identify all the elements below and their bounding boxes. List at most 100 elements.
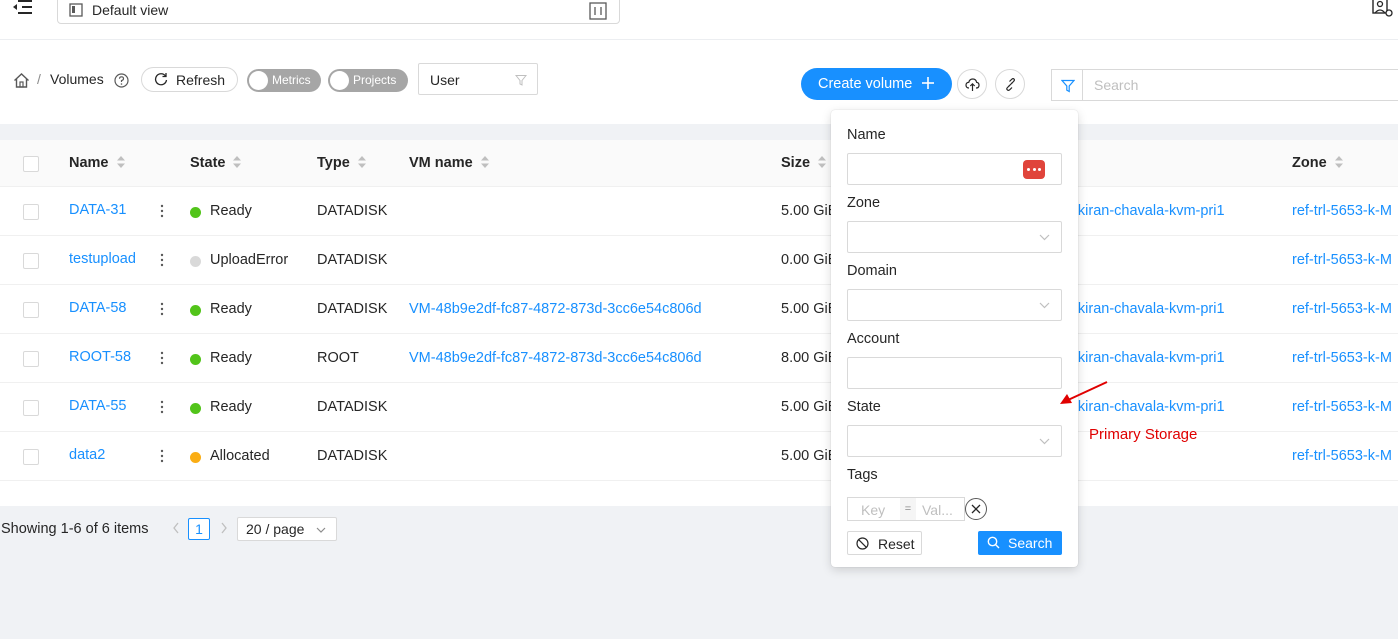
table-row: ROOT-58 Ready ROOT VM-48b9e2df-fc87-4872… bbox=[0, 334, 1398, 383]
more-actions-icon[interactable] bbox=[158, 350, 166, 366]
table-row: DATA-58 Ready DATADISK VM-48b9e2df-fc87-… bbox=[0, 285, 1398, 334]
volume-name-link[interactable]: DATA-55 bbox=[69, 398, 126, 414]
upload-volume-button[interactable] bbox=[957, 69, 987, 99]
menu-fold-icon[interactable] bbox=[12, 0, 34, 17]
search-input[interactable] bbox=[1082, 69, 1398, 101]
state-text: Ready bbox=[210, 203, 252, 219]
create-volume-button[interactable]: Create volume bbox=[801, 68, 952, 100]
state-text: Allocated bbox=[210, 448, 270, 464]
storage-link[interactable]: 7-kiran-chavala-kvm-pri1 bbox=[1065, 203, 1225, 219]
metrics-label: Metrics bbox=[272, 73, 311, 87]
column-header-label: VM name bbox=[409, 155, 473, 171]
type-text: DATADISK bbox=[317, 399, 388, 415]
filter-button[interactable] bbox=[1051, 69, 1083, 101]
domain-filter-select[interactable] bbox=[847, 289, 1062, 321]
status-dot bbox=[190, 403, 201, 414]
pagination-page-1[interactable]: 1 bbox=[188, 518, 210, 540]
state-text: Ready bbox=[210, 350, 252, 366]
volumes-table: Name State Type VM name Size Zone DATA-3… bbox=[0, 140, 1398, 506]
table-layout-icon[interactable] bbox=[589, 2, 607, 20]
volume-name-link[interactable]: ROOT-58 bbox=[69, 349, 131, 365]
page-size-select[interactable]: 20 / page bbox=[237, 517, 337, 541]
password-manager-icon[interactable] bbox=[1023, 160, 1045, 179]
storage-link[interactable]: 7-kiran-chavala-kvm-pri1 bbox=[1065, 350, 1225, 366]
account-filter-label: Account bbox=[847, 331, 900, 347]
state-filter-select[interactable] bbox=[847, 425, 1062, 457]
more-actions-icon[interactable] bbox=[158, 448, 166, 464]
name-filter-label: Name bbox=[847, 127, 886, 143]
storage-link[interactable]: 7-kiran-chavala-kvm-pri1 bbox=[1065, 301, 1225, 317]
clear-tag-button[interactable] bbox=[965, 498, 987, 520]
plus-icon bbox=[922, 77, 934, 89]
user-profile-icon[interactable] bbox=[1372, 0, 1394, 18]
search-button[interactable]: Search bbox=[978, 531, 1062, 555]
select-all-checkbox[interactable] bbox=[23, 156, 39, 172]
more-actions-icon[interactable] bbox=[158, 301, 166, 317]
row-checkbox[interactable] bbox=[23, 351, 39, 367]
home-icon[interactable] bbox=[13, 72, 30, 89]
more-actions-icon[interactable] bbox=[158, 252, 166, 268]
state-text: UploadError bbox=[210, 252, 289, 268]
volume-name-link[interactable]: DATA-31 bbox=[69, 202, 126, 218]
view-select[interactable]: Default view bbox=[57, 0, 620, 24]
row-checkbox[interactable] bbox=[23, 204, 39, 220]
reload-icon bbox=[154, 73, 168, 86]
chevron-left-icon[interactable] bbox=[171, 520, 181, 536]
volume-name-link[interactable]: DATA-58 bbox=[69, 300, 126, 316]
link-icon bbox=[1006, 78, 1015, 91]
column-header-zone[interactable]: Zone bbox=[1292, 155, 1343, 171]
vm-name-link[interactable]: VM-48b9e2df-fc87-4872-873d-3cc6e54c806d bbox=[409, 301, 702, 317]
volume-name-link[interactable]: testupload bbox=[69, 251, 136, 267]
zone-filter-select[interactable] bbox=[847, 221, 1062, 253]
sort-icon bbox=[480, 156, 489, 168]
row-checkbox[interactable] bbox=[23, 302, 39, 318]
tag-value-input[interactable]: Val... bbox=[916, 497, 965, 521]
status-dot bbox=[190, 207, 201, 218]
zone-filter-label: Zone bbox=[847, 195, 881, 211]
chevron-down-icon bbox=[1039, 302, 1050, 309]
breadcrumb-current: Volumes bbox=[50, 71, 104, 87]
column-header-name[interactable]: Name bbox=[69, 155, 125, 171]
metrics-toggle[interactable]: Metrics bbox=[247, 69, 321, 92]
zone-link[interactable]: ref-trl-5653-k-M bbox=[1292, 448, 1392, 464]
row-checkbox[interactable] bbox=[23, 400, 39, 416]
zone-link[interactable]: ref-trl-5653-k-M bbox=[1292, 399, 1392, 415]
more-actions-icon[interactable] bbox=[158, 203, 166, 219]
tag-key-input[interactable]: Key bbox=[847, 497, 900, 521]
question-circle-icon[interactable] bbox=[114, 73, 129, 88]
column-header-label: Name bbox=[69, 155, 109, 171]
search-icon bbox=[987, 536, 1000, 549]
size-text: 8.00 GiB bbox=[781, 350, 838, 366]
chevron-right-icon[interactable] bbox=[219, 520, 229, 536]
row-checkbox[interactable] bbox=[23, 449, 39, 465]
column-header-vm-name[interactable]: VM name bbox=[409, 155, 489, 171]
zone-link[interactable]: ref-trl-5653-k-M bbox=[1292, 301, 1392, 317]
sort-icon bbox=[116, 156, 125, 168]
zone-link[interactable]: ref-trl-5653-k-M bbox=[1292, 203, 1392, 219]
row-checkbox[interactable] bbox=[23, 253, 39, 269]
refresh-button[interactable]: Refresh bbox=[141, 67, 238, 92]
close-icon bbox=[971, 504, 981, 514]
zone-link[interactable]: ref-trl-5653-k-M bbox=[1292, 252, 1392, 268]
volume-name-link[interactable]: data2 bbox=[69, 447, 105, 463]
reset-button[interactable]: Reset bbox=[847, 531, 922, 555]
upload-from-url-button[interactable] bbox=[995, 69, 1025, 99]
account-filter-input[interactable] bbox=[847, 357, 1062, 389]
name-filter-input[interactable] bbox=[847, 153, 1062, 185]
projects-toggle[interactable]: Projects bbox=[328, 69, 408, 92]
status-dot bbox=[190, 305, 201, 316]
domain-filter-label: Domain bbox=[847, 263, 897, 279]
type-text: DATADISK bbox=[317, 252, 388, 268]
vm-name-link[interactable]: VM-48b9e2df-fc87-4872-873d-3cc6e54c806d bbox=[409, 350, 702, 366]
sort-icon bbox=[818, 156, 827, 168]
user-filter-select[interactable]: User bbox=[418, 63, 538, 95]
more-actions-icon[interactable] bbox=[158, 399, 166, 415]
column-header-size[interactable]: Size bbox=[781, 155, 827, 171]
column-header-state[interactable]: State bbox=[190, 155, 242, 171]
stop-icon bbox=[856, 537, 869, 550]
projects-label: Projects bbox=[353, 73, 397, 87]
column-header-type[interactable]: Type bbox=[317, 155, 366, 171]
zone-link[interactable]: ref-trl-5653-k-M bbox=[1292, 350, 1392, 366]
filter-icon bbox=[515, 75, 527, 86]
refresh-label: Refresh bbox=[176, 72, 226, 88]
